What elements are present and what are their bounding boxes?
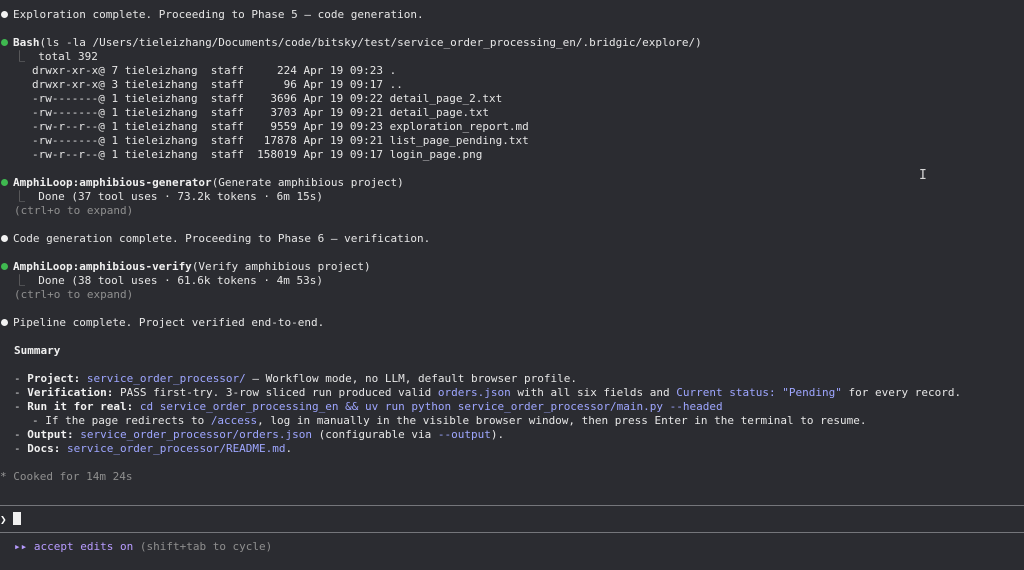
expand-hint[interactable]: (ctrl+o to expand) [14,288,133,302]
ls-row: -rw-------@ 1 tieleizhang staff 3696 Apr… [32,92,503,105]
summary-item-run-note: - If the page redirects to /access, log … [32,414,867,427]
summary-item-run: - Run it for real: cd service_order_proc… [14,400,723,413]
verify-tool-call: AmphiLoop:amphibious-verify(Verify amphi… [0,260,371,274]
ls-row: drwxr-xr-x@ 7 tieleizhang staff 224 Apr … [32,64,397,77]
generator-result: ⎿ Done (37 tool uses · 73.2k tokens · 6m… [14,190,324,203]
mode-status-bar[interactable]: ▸▸ accept edits on (shift+tab to cycle) [14,540,272,554]
text-cursor-icon: I [919,168,927,183]
success-dot-icon [1,179,8,186]
ls-row: -rw-r--r--@ 1 tieleizhang staff 158019 A… [32,148,483,161]
verify-result: ⎿ Done (38 tool uses · 61.6k tokens · 4m… [14,274,324,287]
terminal-output: Exploration complete. Proceeding to Phas… [0,0,1024,505]
ls-row: -rw-------@ 1 tieleizhang staff 17878 Ap… [32,134,529,147]
bash-tool-call: Bash(ls -la /Users/tieleizhang/Documents… [0,36,702,50]
bullet-dot-icon [1,319,8,326]
summary-item-verification: - Verification: PASS first-try. 3-row sl… [14,386,962,399]
cooked-status: * Cooked for 14m 24s [0,470,133,483]
message-pipeline-complete: Pipeline complete. Project verified end-… [0,316,324,330]
tree-elbow-icon: ⎿ [14,50,39,63]
summary-item-output: - Output: service_order_processor/orders… [14,428,505,441]
ls-row: drwxr-xr-x@ 3 tieleizhang staff 96 Apr 1… [32,78,403,91]
tree-elbow-icon: ⎿ [14,190,39,203]
bash-output-total: ⎿ total 392 [14,50,98,63]
input-top-divider [0,505,1024,506]
message-codegen-complete: Code generation complete. Proceeding to … [0,232,430,246]
message-exploration-complete: Exploration complete. Proceeding to Phas… [0,8,424,22]
mode-label[interactable]: accept edits on [34,540,133,553]
summary-item-docs: - Docs: service_order_processor/README.m… [14,442,293,455]
prompt-chevron-icon: ❯ [0,513,7,526]
expand-hint[interactable]: (ctrl+o to expand) [14,204,133,218]
asterisk-icon: * [0,470,7,483]
success-dot-icon [1,263,8,270]
generator-tool-call: AmphiLoop:amphibious-generator(Generate … [0,176,404,190]
fast-forward-icon: ▸▸ [14,540,28,553]
success-dot-icon [1,39,8,46]
bullet-dot-icon [1,11,8,18]
prompt-caret[interactable] [13,512,21,525]
ls-row: -rw-r--r--@ 1 tieleizhang staff 9559 Apr… [32,120,529,133]
mode-hint: (shift+tab to cycle) [139,540,273,553]
ls-row: -rw-------@ 1 tieleizhang staff 3703 Apr… [32,106,489,119]
summary-heading: Summary [14,344,61,357]
input-bottom-divider [0,532,1024,533]
bullet-dot-icon [1,235,8,242]
summary-item-project: - Project: service_order_processor/ — Wo… [14,372,577,385]
tree-elbow-icon: ⎿ [14,274,39,287]
prompt-input-row[interactable]: ❯ [0,512,21,526]
